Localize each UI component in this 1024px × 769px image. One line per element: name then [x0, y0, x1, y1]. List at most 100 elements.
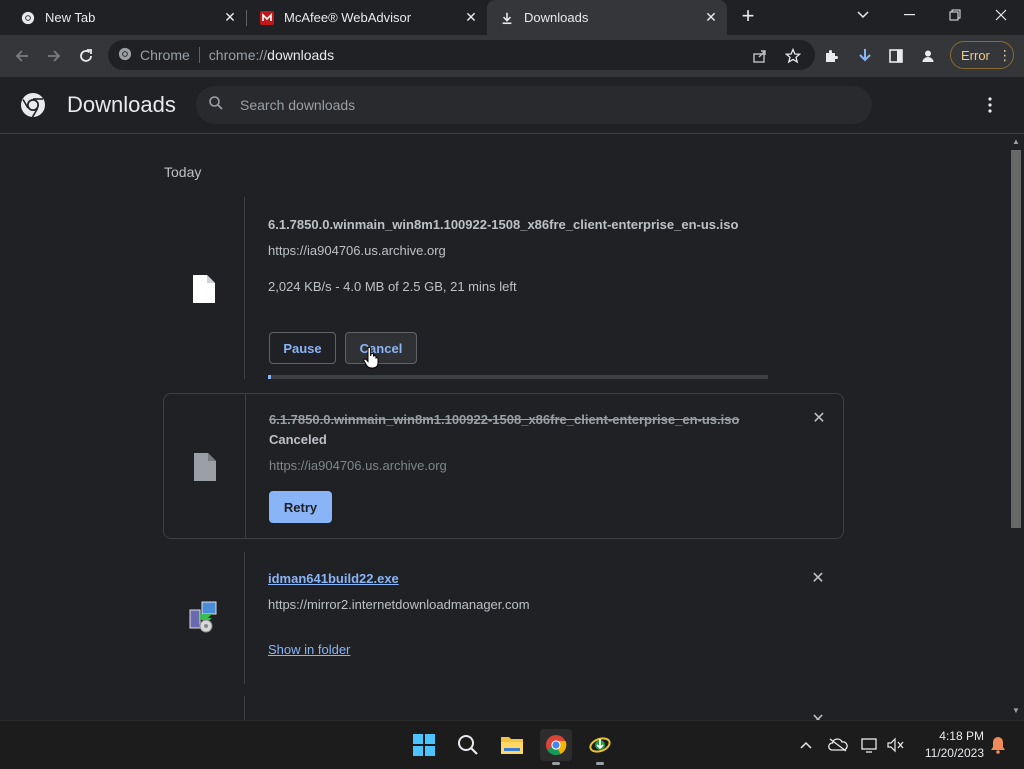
scroll-down-icon[interactable]: ▼: [1011, 706, 1021, 716]
tab-search-button[interactable]: [840, 0, 886, 30]
windows-icon: [413, 734, 435, 756]
search-box[interactable]: [196, 86, 872, 124]
chevron-up-icon: [800, 741, 812, 749]
search-icon: [208, 95, 224, 116]
file-link[interactable]: idman641build22.exe: [268, 571, 399, 586]
chrome-icon: [546, 735, 567, 756]
onedrive-icon[interactable]: [826, 733, 850, 757]
icon-column: [163, 696, 245, 720]
cancel-button[interactable]: Cancel: [345, 332, 417, 364]
chrome-site-icon: [118, 47, 132, 64]
clock[interactable]: 4:18 PM 11/20/2023: [912, 728, 984, 762]
browser-toolbar: Chrome chrome://downloads Error ⋮: [0, 35, 1024, 77]
back-arrow-icon: [15, 50, 28, 62]
download-item: 6.1.7850.0.winmain_win8m1.100922-1508_x8…: [163, 393, 844, 539]
close-icon[interactable]: ✕: [463, 9, 479, 25]
retry-button[interactable]: Retry: [269, 491, 332, 523]
omnibox-divider: [198, 47, 200, 63]
close-icon[interactable]: ✕: [222, 9, 238, 25]
file-name: 6.1.7850.0.winmain_win8m1.100922-1508_x8…: [269, 412, 740, 427]
chrome-icon: [20, 10, 36, 26]
site-label: Chrome: [140, 47, 190, 63]
star-icon: [785, 48, 801, 64]
taskbar: 4:18 PM 11/20/2023: [0, 720, 1024, 769]
share-icon: [753, 50, 766, 63]
downloads-button[interactable]: [853, 44, 877, 68]
scrollbar[interactable]: ▲ ▼: [1008, 134, 1024, 720]
network-icon[interactable]: [858, 733, 882, 757]
folder-icon: [501, 737, 523, 754]
clock-time: 4:18 PM: [939, 729, 984, 743]
volume-muted-icon[interactable]: [883, 733, 907, 757]
clock-date: 11/20/2023: [924, 746, 984, 760]
profile-button[interactable]: [916, 44, 940, 68]
progress-fill: [268, 375, 271, 379]
search-taskbar-button[interactable]: [452, 729, 484, 761]
pause-button[interactable]: Pause: [269, 332, 336, 364]
downloads-list: Today 6.1.7850.0.winmain_win8m1.100922-1…: [0, 134, 1008, 720]
file-icon: [192, 274, 216, 309]
download-item: idman641build22.exe https://mirror2.inte…: [163, 552, 844, 684]
reload-button[interactable]: [74, 44, 98, 68]
tab-downloads[interactable]: Downloads ✕: [487, 0, 727, 35]
tab-new-tab[interactable]: New Tab ✕: [0, 0, 246, 35]
address-bar[interactable]: Chrome chrome://downloads: [108, 40, 815, 70]
tab-mcafee[interactable]: McAfee® WebAdvisor ✕: [239, 0, 487, 35]
tab-title: Downloads: [524, 10, 589, 25]
idm-taskbar-button[interactable]: [584, 729, 616, 765]
new-tab-button[interactable]: +: [736, 5, 760, 29]
minimize-button[interactable]: [886, 0, 932, 30]
chrome-taskbar-button[interactable]: [540, 729, 572, 765]
search-input[interactable]: [238, 96, 842, 114]
error-button[interactable]: Error ⋮: [950, 41, 1014, 69]
tab-title: New Tab: [45, 10, 96, 25]
progress-bar: [268, 375, 768, 379]
download-item-partial: ✕: [163, 696, 844, 720]
side-panel-button[interactable]: [884, 44, 908, 68]
close-window-button[interactable]: [978, 0, 1024, 30]
puzzle-icon: [826, 50, 838, 62]
more-vert-icon: [988, 97, 992, 113]
share-button[interactable]: [748, 44, 772, 68]
notification-bell-icon[interactable]: [986, 733, 1010, 757]
forward-button[interactable]: [42, 44, 66, 68]
error-label: Error: [961, 47, 990, 63]
url-host: downloads: [267, 47, 335, 63]
remove-icon[interactable]: ✕: [812, 411, 826, 427]
scroll-up-icon[interactable]: ▲: [1011, 137, 1021, 147]
show-hidden-icons-button[interactable]: [794, 733, 818, 757]
reload-icon: [80, 49, 92, 62]
downloads-header: Downloads: [0, 77, 1024, 134]
mcafee-icon: [259, 10, 275, 26]
active-indicator: [552, 762, 560, 765]
remove-icon[interactable]: ✕: [811, 571, 825, 587]
back-button[interactable]: [10, 44, 34, 68]
source-url: https://ia904706.us.archive.org: [269, 458, 447, 473]
source-url: https://mirror2.internetdownloadmanager.…: [268, 597, 530, 612]
more-actions-button[interactable]: [980, 93, 1000, 117]
hand-cursor-icon: [363, 346, 379, 374]
file-name[interactable]: 6.1.7850.0.winmain_win8m1.100922-1508_x8…: [268, 217, 738, 232]
scroll-thumb[interactable]: [1011, 150, 1021, 528]
download-icon: [499, 10, 515, 26]
url-scheme: chrome://: [208, 47, 268, 63]
show-in-folder-link[interactable]: Show in folder: [268, 642, 350, 657]
file-explorer-button[interactable]: [496, 729, 528, 761]
more-icon: ⋮: [997, 46, 1012, 63]
start-button[interactable]: [408, 729, 440, 761]
idm-icon: [589, 737, 611, 753]
extensions-button[interactable]: [820, 44, 844, 68]
tab-strip: New Tab ✕ McAfee® WebAdvisor ✕ Downloads…: [0, 0, 1024, 35]
date-header: Today: [164, 164, 202, 180]
running-indicator: [596, 762, 604, 765]
download-state: Canceled: [269, 432, 327, 447]
profile-icon: [922, 50, 934, 62]
installer-icon: [188, 600, 220, 639]
bookmark-star-button[interactable]: [781, 44, 805, 68]
search-icon: [458, 735, 478, 755]
download-item: 6.1.7850.0.winmain_win8m1.100922-1508_x8…: [163, 197, 844, 379]
file-icon: [193, 452, 217, 487]
restore-button[interactable]: [932, 0, 978, 30]
close-icon[interactable]: ✕: [703, 9, 719, 25]
chrome-logo-icon: [20, 92, 46, 123]
